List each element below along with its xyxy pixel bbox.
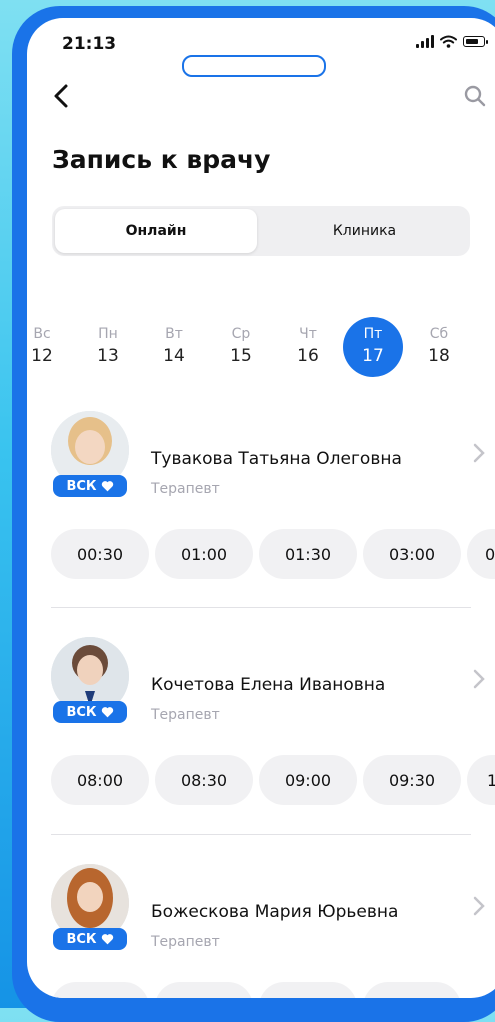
search-icon[interactable]	[461, 82, 489, 110]
time-slot-button[interactable]: 08:30	[155, 755, 253, 805]
cellular-signal-icon	[416, 35, 434, 48]
date-strip: Вс 12 Пн 13 Вт 14 Ср 15 Чт 16 Пт 17 Сб 1…	[27, 317, 495, 380]
badge-label: ВСК	[66, 931, 97, 947]
chevron-right-icon[interactable]	[471, 894, 487, 918]
time-slot-button[interactable]: 09:30	[363, 755, 461, 805]
time-slot-button[interactable]	[363, 982, 461, 998]
doctor-name: Тувакова Татьяна Олеговна	[151, 449, 402, 469]
day-number: 13	[97, 346, 119, 366]
day-item[interactable]: Вс 12	[27, 320, 72, 366]
doctor-specialty: Терапевт	[151, 481, 220, 497]
time-slot-button[interactable]	[259, 982, 357, 998]
dynamic-island	[182, 55, 326, 77]
back-arrow-icon[interactable]	[47, 81, 77, 111]
doctor-specialty: Терапевт	[151, 934, 220, 950]
day-name: Вс	[33, 326, 51, 342]
time-slots-row	[51, 982, 495, 998]
doctor-card[interactable]: ВСК Божескова Мария Юрьевна Терапевт	[27, 864, 495, 998]
day-name: Вт	[165, 326, 183, 342]
day-item[interactable]: Ср 15	[211, 320, 271, 366]
day-name: Сб	[429, 326, 449, 342]
time-slot-button[interactable]: 0	[467, 529, 495, 579]
day-name: Чт	[299, 326, 317, 342]
battery-icon	[463, 36, 488, 47]
day-name: Пн	[98, 326, 118, 342]
day-number: 17	[362, 346, 384, 366]
status-time: 21:13	[62, 34, 117, 54]
status-icons	[416, 35, 488, 48]
heart-icon	[101, 707, 113, 718]
insurance-badge: ВСК	[53, 701, 127, 723]
badge-label: ВСК	[66, 478, 97, 494]
day-number: 16	[297, 346, 319, 366]
doctor-specialty: Терапевт	[151, 707, 220, 723]
day-number: 14	[163, 346, 185, 366]
doctor-name: Кочетова Елена Ивановна	[151, 675, 386, 695]
heart-icon	[101, 481, 113, 492]
time-slot-button[interactable]	[51, 982, 149, 998]
doctor-card[interactable]: ВСК Тувакова Татьяна Олеговна Терапевт 0…	[27, 411, 495, 581]
day-item-selected[interactable]: Пт 17	[343, 317, 403, 377]
divider	[51, 834, 471, 835]
appointment-type-toggle: Онлайн Клиника	[52, 206, 470, 256]
badge-label: ВСК	[66, 704, 97, 720]
segment-online[interactable]: Онлайн	[55, 209, 257, 253]
time-slot-button[interactable]: 08:00	[51, 755, 149, 805]
heart-icon	[101, 934, 113, 945]
day-number: 18	[428, 346, 450, 366]
app-screen: 21:13 Запись к врачу Онлайн Клиника Вс 1…	[27, 18, 495, 998]
time-slots-row: 08:00 08:30 09:00 09:30 1	[51, 755, 495, 805]
insurance-badge: ВСК	[53, 475, 127, 497]
doctor-card[interactable]: ВСК Кочетова Елена Ивановна Терапевт 08:…	[27, 637, 495, 807]
divider	[51, 607, 471, 608]
time-slots-row: 00:30 01:00 01:30 03:00 0	[51, 529, 495, 579]
wifi-icon	[440, 35, 457, 48]
day-item[interactable]: Вт 14	[144, 320, 204, 366]
page-title: Запись к врачу	[52, 145, 271, 174]
doctor-name: Божескова Мария Юрьевна	[151, 902, 399, 922]
segment-clinic[interactable]: Клиника	[262, 209, 467, 253]
day-item[interactable]: Сб 18	[409, 320, 469, 366]
day-number: 15	[230, 346, 252, 366]
day-number: 12	[31, 346, 53, 366]
time-slot-button[interactable]: 03:00	[363, 529, 461, 579]
day-item[interactable]: Чт 16	[278, 320, 338, 366]
time-slot-button[interactable]	[155, 982, 253, 998]
chevron-right-icon[interactable]	[471, 667, 487, 691]
day-name: Ср	[231, 326, 251, 342]
time-slot-button[interactable]: 01:30	[259, 529, 357, 579]
chevron-right-icon[interactable]	[471, 441, 487, 465]
insurance-badge: ВСК	[53, 928, 127, 950]
time-slot-button[interactable]: 00:30	[51, 529, 149, 579]
day-item[interactable]: Пн 13	[78, 320, 138, 366]
time-slot-button[interactable]: 01:00	[155, 529, 253, 579]
time-slot-button[interactable]: 09:00	[259, 755, 357, 805]
day-name: Пт	[363, 326, 383, 342]
time-slot-button[interactable]: 1	[467, 755, 495, 805]
